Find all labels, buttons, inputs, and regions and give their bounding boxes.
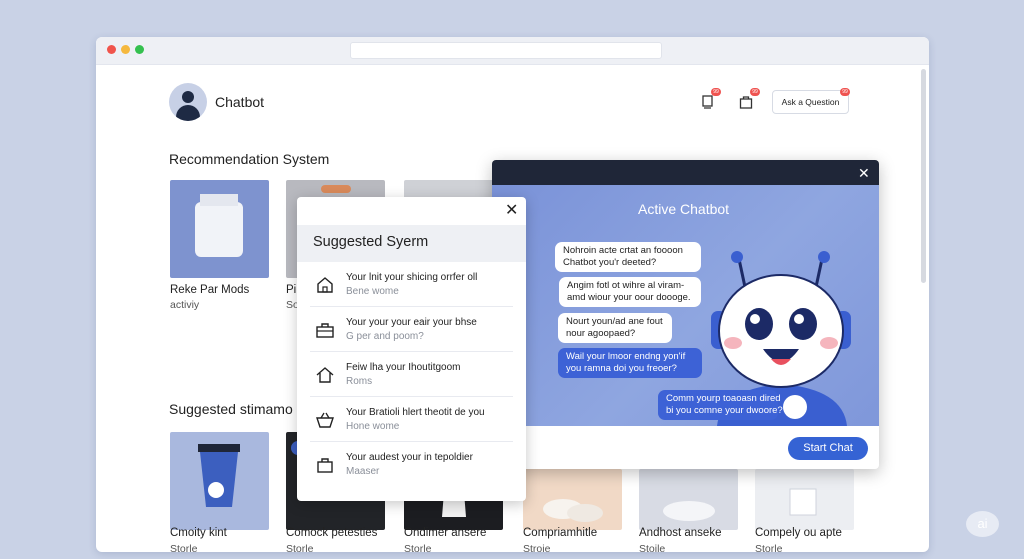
- notification-badge: 99: [711, 88, 721, 96]
- bag-image-icon: [198, 444, 240, 507]
- chat-body: Active Chatbot Nohroin acte crtat an foo…: [492, 185, 879, 426]
- suggestion-line2: Hone wome: [346, 421, 400, 432]
- basket-icon: [316, 412, 334, 428]
- suggestion-line1: Your Bratioli hlert theotit de you: [346, 407, 485, 418]
- bag-icon: [317, 458, 333, 473]
- briefcase-icon: [316, 323, 334, 338]
- app-title: Chatbot: [215, 94, 265, 110]
- device-icon[interactable]: [701, 95, 715, 109]
- avatar[interactable]: [169, 83, 207, 121]
- house-icon: [317, 277, 333, 293]
- chat-bubble: Nourt youn/ad ane fout nour agoopaed?: [558, 313, 672, 343]
- close-window-button[interactable]: [107, 45, 116, 54]
- scrollbar[interactable]: [921, 69, 926, 283]
- product-image[interactable]: [523, 469, 622, 530]
- suggestion-item[interactable]: Your lnit your shicing orrfer oll Bene w…: [310, 263, 513, 307]
- suggestion-line2: Bene wome: [346, 286, 399, 297]
- home-icon: [316, 367, 334, 383]
- suggestion-line2: Roms: [346, 376, 373, 387]
- suggestion-line1: Your audest your in tepoldier: [346, 452, 473, 463]
- maximize-window-button[interactable]: [135, 45, 144, 54]
- card-title[interactable]: Cmoity kint: [170, 527, 227, 539]
- card-title[interactable]: Pi: [286, 284, 296, 296]
- ai-watermark: ai: [966, 511, 999, 537]
- product-image[interactable]: [639, 469, 738, 530]
- suggestion-line2: G per and poom?: [346, 331, 424, 342]
- card-subtitle: Storle: [404, 543, 432, 552]
- chatbot-panel-topbar: ✕: [492, 160, 879, 185]
- chat-bubble: Comm yourp toaoasn dired bi you comne yo…: [658, 390, 783, 420]
- ask-question-button[interactable]: Ask a Question: [772, 90, 849, 114]
- bag-image-icon: [195, 194, 243, 257]
- card-title[interactable]: Reke Par Mods: [170, 284, 249, 296]
- card-title[interactable]: Andhost anseke: [639, 527, 721, 539]
- card-subtitle: Storle: [286, 543, 314, 552]
- card-title[interactable]: Compriamhitle: [523, 527, 597, 539]
- section-title-recommendation: Recommendation System: [169, 151, 330, 167]
- address-bar[interactable]: [350, 42, 662, 59]
- suggestion-item[interactable]: Your Bratioli hlert theotit de you Hone …: [310, 398, 513, 442]
- popup-title: Suggested Syerm: [297, 225, 526, 262]
- shoe-image-icon: [543, 499, 603, 522]
- chat-bubble: Wail your lmoor endng yon'if you ramna d…: [558, 348, 702, 378]
- card-subtitle: Storle: [755, 543, 783, 552]
- chat-title: Active Chatbot: [638, 201, 730, 217]
- chat-bubble: Nohroin acte crtat an foooon Chatbot you…: [555, 242, 701, 272]
- card-subtitle: activiy: [170, 299, 200, 311]
- start-chat-button[interactable]: Start Chat: [788, 437, 868, 460]
- box-image-icon: [789, 488, 817, 516]
- chat-bubble: Angim fotl ot wihre al viram- amd wiour …: [559, 277, 701, 307]
- minimize-window-button[interactable]: [121, 45, 130, 54]
- shoe-image-icon: [663, 501, 715, 521]
- suggestion-line2: Maaser: [346, 466, 380, 477]
- section-title-suggested: Suggested stimamo: [169, 401, 293, 417]
- card-subtitle: Storle: [170, 543, 198, 552]
- card-subtitle: Stoile: [639, 543, 666, 552]
- close-icon[interactable]: ✕: [858, 165, 870, 181]
- suggestion-line1: Your lnit your shicing orrfer oll: [346, 272, 478, 283]
- card-subtitle: Stroie: [523, 543, 551, 552]
- close-icon[interactable]: ✕: [505, 203, 518, 219]
- product-image[interactable]: [170, 432, 269, 530]
- product-image[interactable]: [755, 469, 854, 530]
- notification-badge: 99: [750, 88, 760, 96]
- chatbot-panel: ✕ Active Chatbot Nohroin acte crtat an f…: [492, 160, 879, 469]
- bag-icon[interactable]: [739, 95, 753, 109]
- notification-badge: 99: [840, 88, 850, 96]
- card-title[interactable]: Ondimer ansere: [404, 527, 486, 539]
- suggestion-line1: Feiw lha your Ihoutitgoom: [346, 362, 461, 373]
- suggestion-item[interactable]: Your your your eair your bhse G per and …: [310, 308, 513, 352]
- title-bar: [96, 37, 929, 65]
- suggestion-line1: Your your your eair your bhse: [346, 317, 477, 328]
- card-title[interactable]: Comock petesties: [286, 527, 377, 539]
- suggested-popup: ✕ Suggested Syerm Your lnit your shicing…: [297, 197, 526, 501]
- card-title[interactable]: Compely ou apte: [755, 527, 842, 539]
- product-image[interactable]: [170, 180, 269, 278]
- suggestion-item[interactable]: Feiw lha your Ihoutitgoom Roms: [310, 353, 513, 397]
- suggestion-item[interactable]: Your audest your in tepoldier Maaser: [310, 443, 513, 487]
